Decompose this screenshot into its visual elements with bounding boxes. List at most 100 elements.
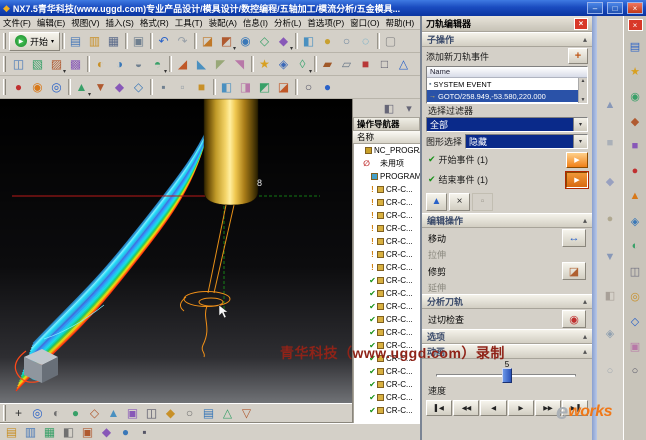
delete-event-button[interactable]: × (449, 193, 470, 211)
window-icon[interactable]: ▢ (381, 32, 400, 51)
pan-icon[interactable]: ● (66, 404, 85, 423)
menu-item[interactable]: 装配(A) (206, 16, 240, 30)
create-tool-icon[interactable]: ◆ (110, 78, 129, 97)
navigator-item[interactable]: ✔CR-C... (354, 352, 420, 365)
insert-event-button[interactable]: ▲ (426, 193, 447, 211)
offset-icon[interactable]: ◤ (211, 55, 230, 74)
menu-item[interactable]: 格式(R) (137, 16, 172, 30)
hole-icon[interactable]: ◉ (236, 32, 255, 51)
edit-op-button[interactable]: ◪ (562, 262, 586, 280)
extrude-feature-icon[interactable]: ▨▾ (47, 55, 66, 74)
wcs-dynamics-icon[interactable]: ◪ (274, 78, 293, 97)
navigator-item[interactable]: !CR-C... (354, 196, 420, 209)
resource-roles-icon[interactable]: ◎ (626, 287, 644, 305)
start-menu-button[interactable]: ▶ 开始 ▾ (9, 32, 60, 51)
navigator-item[interactable]: !CR-C... (354, 183, 420, 196)
navigator-item[interactable]: ✔CR-C... (354, 300, 420, 313)
close-button[interactable]: × (627, 2, 643, 14)
fit-icon[interactable]: ◎ (28, 404, 47, 423)
dropdown-caret-icon[interactable]: ▾ (573, 118, 587, 131)
menu-item[interactable]: 分析(L) (271, 16, 304, 30)
panel-title-bar[interactable]: 刀轨编辑器 × (422, 16, 592, 32)
rotate-icon[interactable]: ◇ (85, 404, 104, 423)
side-icon[interactable]: ○ (601, 362, 619, 380)
resource-part-icon[interactable]: ◉ (626, 87, 644, 105)
shaded-icon[interactable]: ◆ (161, 404, 180, 423)
panel-menu-icon[interactable]: ▾ (400, 99, 418, 117)
side-icon[interactable]: ▲ (601, 96, 619, 114)
menu-item[interactable]: 视图(V) (68, 16, 102, 30)
navigator-item[interactable]: ✔CR-C... (354, 391, 420, 404)
suppress-icon[interactable]: □ (375, 55, 394, 74)
shell-icon[interactable]: ◒ (129, 55, 148, 74)
transport-button[interactable]: ▶ (508, 400, 534, 416)
navigator-item[interactable]: ✔CR-C... (354, 404, 420, 417)
navigator-item[interactable]: !CR-C... (354, 222, 420, 235)
navigator-item[interactable]: PROGRAM (354, 170, 420, 183)
resource-bar-close-button[interactable]: × (628, 19, 643, 31)
navigator-item[interactable]: !CR-C... (354, 248, 420, 261)
resource-assembly-icon[interactable]: ▤ (626, 37, 644, 55)
section-options[interactable]: 选项 ▴ (422, 329, 592, 344)
menu-item[interactable]: 帮助(H) (382, 16, 417, 30)
layer-settings-icon[interactable]: ◧ (217, 78, 236, 97)
navigator-item[interactable]: !CR-C... (354, 209, 420, 222)
menu-item[interactable]: 窗口(O) (347, 16, 382, 30)
measure-icon[interactable]: △ (394, 55, 413, 74)
event-list-scrollbar[interactable]: ▲ ▼ (578, 78, 587, 103)
thread-icon[interactable]: ◓▾ (148, 55, 167, 74)
transport-button[interactable]: ▌◀ (426, 400, 452, 416)
navigator-item[interactable]: NC_PROGRAM (354, 144, 420, 157)
split-body-icon[interactable]: ◣ (192, 55, 211, 74)
create-operation-icon[interactable]: ▲▾ (72, 78, 91, 97)
panel-close-button[interactable]: × (574, 18, 588, 30)
gouge-check-button[interactable]: ◉ (562, 310, 586, 328)
navigator-item[interactable]: ✔CR-C... (354, 365, 420, 378)
feature-group-icon[interactable]: ★ (255, 55, 274, 74)
scroll-down-icon[interactable]: ▼ (581, 97, 586, 103)
extrude-icon[interactable]: ◩▾ (217, 32, 236, 51)
create-method-icon[interactable]: ◇ (129, 78, 148, 97)
transport-button[interactable]: ◀ (480, 400, 506, 416)
section-animation[interactable]: 动画 ▴ (422, 344, 592, 359)
panel-pin-icon[interactable]: ◧ (380, 99, 398, 117)
mirror-icon[interactable]: ◊▾ (293, 55, 312, 74)
edit-feature-icon[interactable]: ▱ (337, 55, 356, 74)
title-bar[interactable]: ◆ NX7.5青华科技(www.uggd.com)专业产品设计/模具设计/数控编… (0, 0, 646, 16)
datum-csys-icon[interactable]: ▧ (28, 55, 47, 74)
navigator-item[interactable]: !CR-C... (354, 235, 420, 248)
snap-end-icon[interactable]: ▫ (173, 78, 192, 97)
clip-section-icon[interactable]: ◫ (142, 404, 161, 423)
transport-button[interactable]: ◀◀ (453, 400, 479, 416)
navigator-item[interactable]: ∅未用项 (354, 157, 420, 170)
taskbar-icon[interactable]: ▥ (21, 423, 40, 440)
delete-feature-icon[interactable]: ■ (356, 55, 375, 74)
navigator-item[interactable]: ✔CR-C... (354, 378, 420, 391)
section-analyze-toolpath[interactable]: 分析刀轨 ▴ (422, 294, 592, 309)
refresh-view-icon[interactable]: + (9, 404, 28, 423)
resource-reuse-icon[interactable]: ◆ (626, 112, 644, 130)
render-style-icon[interactable]: ▤ (199, 404, 218, 423)
toolbar-grip[interactable] (3, 405, 6, 421)
shaded-view-icon[interactable]: ● (318, 32, 337, 51)
sketch-task-icon[interactable]: ◫ (9, 55, 28, 74)
undo-icon[interactable]: ↶ (154, 32, 173, 51)
resource-palette-icon[interactable]: ▲ (626, 187, 644, 205)
pattern-icon[interactable]: ◈ (274, 55, 293, 74)
taskbar-icon[interactable]: ▣ (78, 423, 97, 440)
move-object-icon[interactable]: ▰ (318, 55, 337, 74)
perspective-icon[interactable]: ▲ (104, 404, 123, 423)
navigator-item[interactable]: ✔CR-C... (354, 274, 420, 287)
snap-mid-icon[interactable]: ■ (192, 78, 211, 97)
blend-icon[interactable]: ◐ (91, 55, 110, 74)
resource-help-icon[interactable]: ▣ (626, 337, 644, 355)
toolpath-event-row[interactable]: ▪SYSTEM EVENT (427, 78, 587, 90)
orient-top-icon[interactable]: △ (218, 404, 237, 423)
side-icon[interactable]: ◧ (601, 286, 619, 304)
add-event-button[interactable]: + (568, 48, 588, 64)
minimize-button[interactable]: – (587, 2, 603, 14)
orient-front-icon[interactable]: ▽ (237, 404, 256, 423)
selection-scope-icon[interactable]: ○ (299, 78, 318, 97)
toolbar-grip[interactable] (3, 56, 6, 72)
highlight-icon[interactable]: ● (318, 78, 337, 97)
